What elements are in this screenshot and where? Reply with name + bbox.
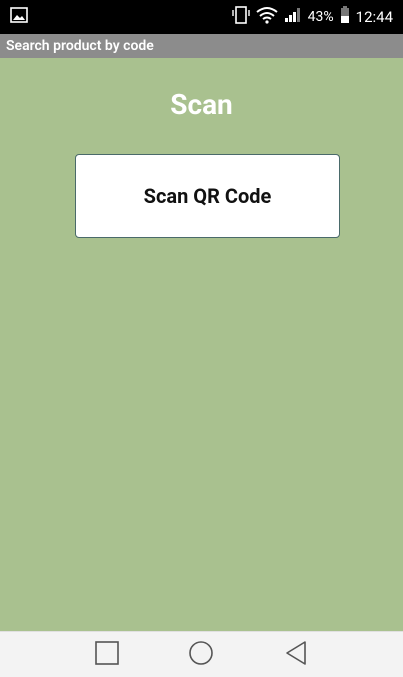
app-title-bar: Search product by code — [0, 34, 403, 58]
page-title: Scan — [170, 88, 233, 121]
status-left — [10, 7, 28, 27]
battery-percentage: 43% — [307, 9, 334, 25]
recent-apps-button[interactable] — [87, 635, 127, 675]
back-button[interactable] — [276, 635, 316, 675]
home-icon — [187, 639, 215, 671]
status-right: 43% 12:44 — [231, 5, 393, 29]
home-button[interactable] — [181, 635, 221, 675]
back-icon — [284, 640, 308, 670]
wifi-icon — [256, 6, 278, 28]
battery-icon — [340, 6, 350, 28]
navigation-bar — [0, 631, 403, 677]
recent-apps-icon — [94, 640, 120, 670]
signal-icon — [284, 7, 302, 27]
status-bar: 43% 12:44 — [0, 0, 403, 34]
image-notification-icon — [10, 7, 28, 27]
main-content — [0, 58, 403, 631]
scan-qr-code-button[interactable]: Scan QR Code — [75, 154, 340, 238]
vibrate-icon — [231, 5, 250, 29]
clock: 12:44 — [355, 8, 393, 26]
